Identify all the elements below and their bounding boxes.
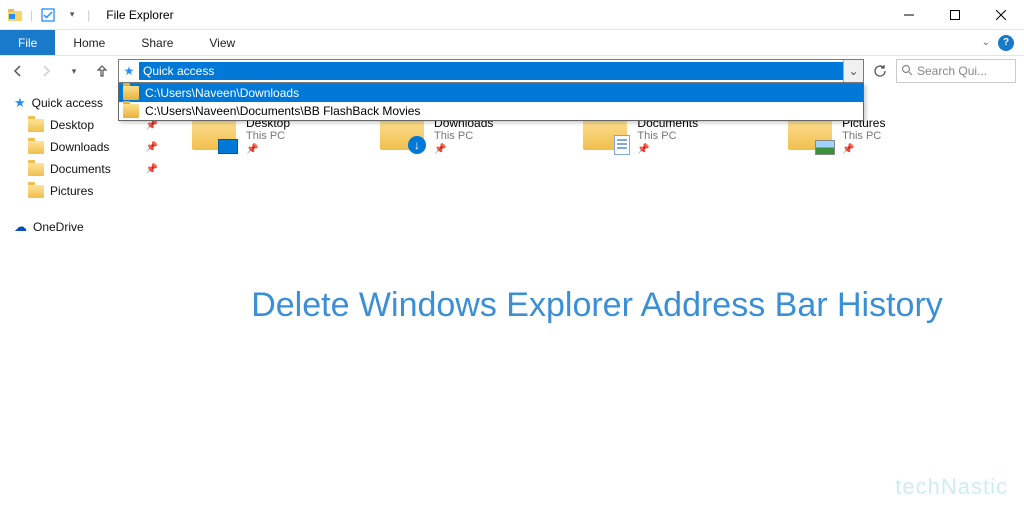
sidebar-label: Quick access: [32, 96, 103, 110]
folder-tile-desktop[interactable]: Desktop This PC 📌: [192, 116, 290, 155]
sidebar-item-label: Pictures: [50, 184, 93, 198]
cloud-icon: ☁: [14, 219, 27, 235]
address-bar-dropdown-button[interactable]: ⌄: [843, 60, 863, 82]
file-tab[interactable]: File: [0, 30, 55, 55]
search-placeholder: Search Qui...: [917, 64, 1011, 78]
window-title: File Explorer: [106, 8, 173, 22]
ribbon-tabs: File Home Share View ⌄ ?: [0, 30, 1024, 56]
navigation-bar: ▾ ★ Quick access ⌄ C:\Users\Naveen\Downl…: [0, 56, 1024, 86]
qat-dropdown-icon[interactable]: ▾: [63, 6, 81, 24]
folder-tile-downloads[interactable]: ↓ Downloads This PC 📌: [380, 116, 493, 155]
folder-icon: ↓: [380, 116, 424, 152]
pin-icon: 📌: [146, 164, 158, 175]
sidebar-item-documents[interactable]: Documents 📌: [28, 158, 170, 180]
pin-icon: 📌: [637, 144, 698, 155]
tile-sub: This PC: [246, 130, 290, 142]
sidebar-onedrive[interactable]: ☁ OneDrive: [14, 216, 170, 238]
navigation-pane: ★ Quick access Desktop 📌 Downloads 📌 Doc…: [0, 86, 170, 510]
sidebar-item-label: Desktop: [50, 118, 94, 132]
qat-properties-icon[interactable]: [39, 6, 57, 24]
explorer-icon: [6, 6, 24, 24]
search-input[interactable]: Search Qui...: [896, 59, 1016, 83]
folder-icon: [28, 185, 44, 198]
ribbon-expand-icon[interactable]: ⌄: [982, 37, 990, 48]
search-icon: [901, 64, 913, 79]
folder-tile-documents[interactable]: Documents This PC 📌: [583, 116, 698, 155]
tile-sub: This PC: [637, 130, 698, 142]
content-area: Desktop This PC 📌 ↓ Downloads This PC 📌 …: [170, 86, 1024, 510]
qat-separator: |: [30, 8, 33, 22]
address-bar-value[interactable]: Quick access: [139, 62, 843, 80]
address-history-path: C:\Users\Naveen\Documents\BB FlashBack M…: [145, 104, 420, 118]
address-bar-history-dropdown: C:\Users\Naveen\Downloads C:\Users\Navee…: [118, 83, 864, 121]
watermark: techNastic: [895, 474, 1008, 500]
tab-share[interactable]: Share: [123, 30, 191, 55]
close-button[interactable]: [978, 0, 1024, 30]
tile-sub: This PC: [434, 130, 493, 142]
recent-locations-button[interactable]: ▾: [62, 59, 86, 83]
folder-icon: [123, 86, 139, 100]
quick-access-star-icon: ★: [119, 64, 139, 78]
folder-icon: [28, 119, 44, 132]
pin-icon: 📌: [146, 142, 158, 153]
sidebar-label: OneDrive: [33, 220, 84, 234]
refresh-button[interactable]: [868, 59, 892, 83]
forward-button[interactable]: [34, 59, 58, 83]
address-history-item[interactable]: C:\Users\Naveen\Documents\BB FlashBack M…: [119, 102, 863, 120]
title-bar: | ▾ | File Explorer: [0, 0, 1024, 30]
folder-icon: [123, 104, 139, 118]
sidebar-item-label: Documents: [50, 162, 111, 176]
star-icon: ★: [14, 95, 26, 111]
address-history-path: C:\Users\Naveen\Downloads: [145, 86, 299, 100]
sidebar-item-downloads[interactable]: Downloads 📌: [28, 136, 170, 158]
back-button[interactable]: [6, 59, 30, 83]
minimize-button[interactable]: [886, 0, 932, 30]
tab-view[interactable]: View: [191, 30, 253, 55]
up-button[interactable]: [90, 59, 114, 83]
pin-icon: 📌: [146, 120, 158, 131]
sidebar-item-label: Downloads: [50, 140, 109, 154]
pin-icon: 📌: [246, 144, 290, 155]
sidebar-item-pictures[interactable]: Pictures: [28, 180, 170, 202]
folder-icon: [28, 141, 44, 154]
pin-icon: 📌: [434, 144, 493, 155]
overlay-caption: Delete Windows Explorer Address Bar Hist…: [170, 286, 1024, 325]
folder-icon: [583, 116, 627, 152]
folder-icon: [788, 116, 832, 152]
folder-icon: [28, 163, 44, 176]
folder-tile-pictures[interactable]: Pictures This PC 📌: [788, 116, 885, 155]
qat-separator2: |: [87, 8, 90, 22]
pin-icon: 📌: [842, 144, 885, 155]
maximize-button[interactable]: [932, 0, 978, 30]
folder-icon: [192, 116, 236, 152]
tab-home[interactable]: Home: [55, 30, 123, 55]
address-history-item[interactable]: C:\Users\Naveen\Downloads: [119, 84, 863, 102]
tile-sub: This PC: [842, 130, 885, 142]
address-bar[interactable]: ★ Quick access ⌄: [118, 59, 864, 83]
help-icon[interactable]: ?: [998, 35, 1014, 51]
